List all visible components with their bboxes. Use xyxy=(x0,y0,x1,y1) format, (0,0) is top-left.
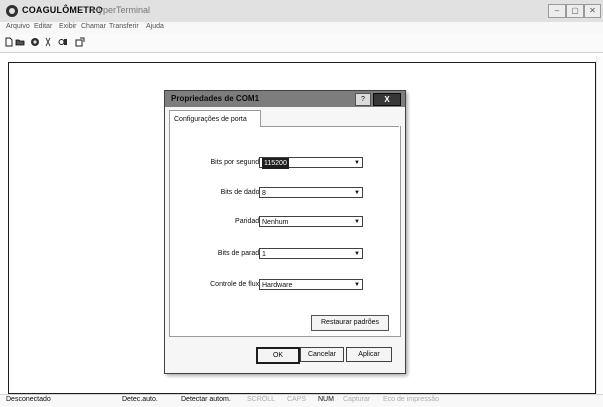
status-num: NUM xyxy=(318,396,334,403)
field-label-bits-per-second: Bits por segundo: xyxy=(210,159,265,166)
menu-item-ajuda[interactable]: Ajuda xyxy=(146,23,164,30)
menu-item-transferir[interactable]: Transferir xyxy=(109,23,139,30)
select-bits-per-second[interactable]: 115200 ▼ xyxy=(259,157,363,169)
field-label-flow-control: Controle de fluxo: xyxy=(210,281,265,288)
status-scroll: SCROLL xyxy=(247,396,276,403)
dropdown-arrow-icon: ▼ xyxy=(354,282,360,288)
properties-dialog: Propriedades de COM1 ? X Configurações d… xyxy=(164,90,406,374)
dropdown-arrow-icon: ▼ xyxy=(354,160,360,166)
dropdown-arrow-icon: ▼ xyxy=(354,251,360,257)
status-print-echo: Eco de impressão xyxy=(383,396,440,403)
select-value: 8 xyxy=(262,190,266,197)
toolbar xyxy=(0,34,603,53)
status-caps: CAPS xyxy=(287,396,307,403)
new-document-icon[interactable] xyxy=(4,37,14,47)
select-value: Hardware xyxy=(262,282,293,289)
select-flow-control[interactable]: Hardware ▼ xyxy=(259,279,363,290)
app-title: COAGULÔMETRO xyxy=(22,5,103,15)
menu-item-editar[interactable]: Editar xyxy=(34,23,52,30)
field-label-data-bits: Bits de dados: xyxy=(220,189,265,196)
status-capture: Capturar xyxy=(343,396,371,403)
close-button[interactable]: ✕ xyxy=(584,4,601,18)
select-data-bits[interactable]: 8 ▼ xyxy=(259,187,363,198)
select-value: 115200 xyxy=(262,158,289,169)
dropdown-arrow-icon: ▼ xyxy=(354,219,360,225)
select-value: Nenhum xyxy=(262,219,289,226)
scrollbar[interactable] xyxy=(596,56,603,394)
minimize-button[interactable]: – xyxy=(548,4,566,18)
status-detect-automatic: Detectar autom. xyxy=(181,396,231,403)
restore-defaults-button[interactable]: Restaurar padrões xyxy=(311,315,389,331)
select-stop-bits[interactable]: 1 ▼ xyxy=(259,248,363,259)
ok-button[interactable]: OK xyxy=(256,347,300,364)
menu-item-chamar[interactable]: Chamar xyxy=(81,23,106,30)
status-detect-auto: Detec.auto. xyxy=(122,396,158,403)
select-parity[interactable]: Nenhum ▼ xyxy=(259,216,363,227)
properties-icon[interactable] xyxy=(75,37,85,47)
tab-port-settings[interactable]: Configurações de porta xyxy=(169,110,261,127)
dialog-title: Propriedades de COM1 xyxy=(171,94,260,103)
app-subtitle: HyperTerminal xyxy=(92,5,151,15)
dropdown-arrow-icon: ▼ xyxy=(354,190,360,196)
help-button[interactable]: ? xyxy=(355,93,371,106)
disconnect-icon[interactable] xyxy=(43,37,53,47)
apply-button[interactable]: Aplicar xyxy=(346,347,392,362)
field-label-parity: Paridade: xyxy=(235,218,265,225)
menu-item-exibir[interactable]: Exibir xyxy=(59,23,77,30)
dialog-close-button[interactable]: X xyxy=(373,93,401,106)
phone-icon[interactable] xyxy=(30,37,40,47)
status-connection: Desconectado xyxy=(6,396,51,403)
select-value: 1 xyxy=(262,251,266,258)
send-receive-icon[interactable] xyxy=(58,37,68,47)
maximize-button[interactable]: ▢ xyxy=(566,4,584,18)
cancel-button[interactable]: Cancelar xyxy=(300,347,344,362)
menu-item-arquivo[interactable]: Arquivo xyxy=(6,23,30,30)
open-folder-icon[interactable] xyxy=(15,37,25,47)
field-label-stop-bits: Bits de parada: xyxy=(217,250,265,257)
app-icon xyxy=(6,5,18,17)
